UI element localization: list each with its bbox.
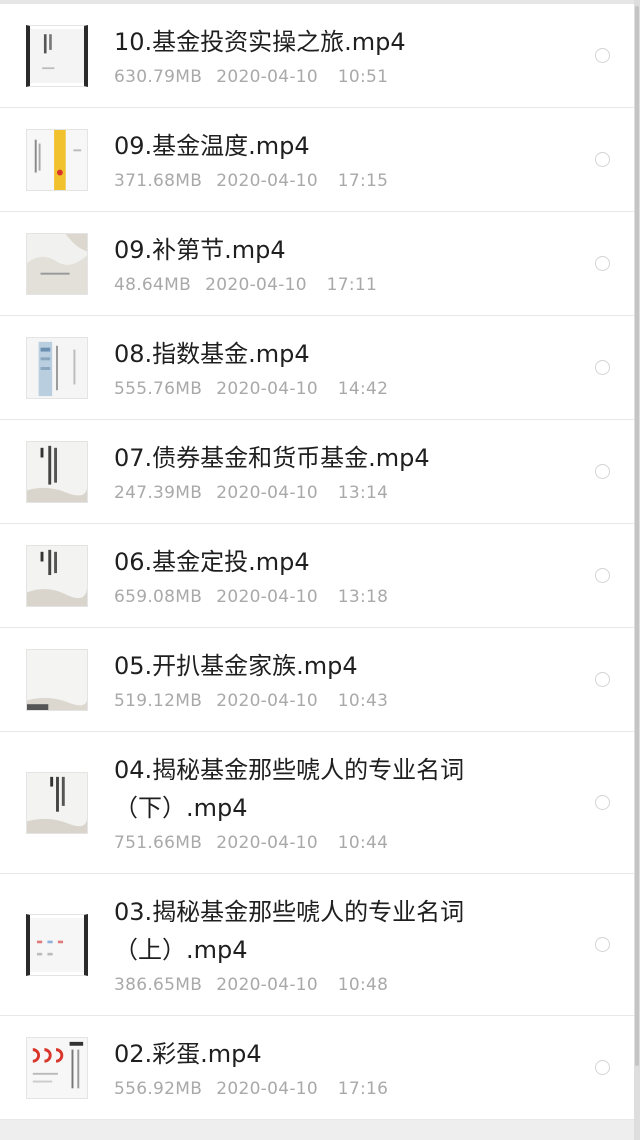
file-time: 10:43 — [337, 690, 389, 711]
video-thumbnail-icon — [26, 1036, 88, 1099]
scrollbar[interactable] — [634, 0, 640, 1140]
file-size: 371.68MB — [114, 170, 203, 191]
file-name: 08.指数基金.mp4 — [114, 339, 310, 368]
file-meta: 386.65MB 2020-04-10 10:48 — [114, 973, 583, 997]
file-date: 2020-04-10 — [216, 832, 319, 853]
file-time: 10:48 — [337, 974, 389, 995]
file-date: 2020-04-10 — [216, 690, 319, 711]
file-name-line2: （上）.mp4 — [114, 935, 248, 964]
video-thumbnail-icon — [26, 128, 88, 191]
file-meta: 247.39MB 2020-04-10 13:14 — [114, 481, 583, 505]
file-size: 519.12MB — [114, 690, 203, 711]
file-meta: 48.64MB 2020-04-10 17:11 — [114, 273, 583, 297]
select-radio[interactable] — [595, 568, 610, 583]
video-thumbnail-icon — [26, 913, 88, 976]
select-radio[interactable] — [595, 795, 610, 810]
file-name-line2: （下）.mp4 — [114, 793, 248, 822]
file-row[interactable]: 07.债券基金和货币基金.mp4 247.39MB 2020-04-10 13:1… — [0, 420, 634, 524]
file-name: 02.彩蛋.mp4 — [114, 1039, 262, 1068]
file-name: 05.开扒基金家族.mp4 — [114, 651, 358, 680]
file-time: 13:18 — [337, 586, 389, 607]
select-radio[interactable] — [595, 152, 610, 167]
file-date: 2020-04-10 — [216, 66, 319, 87]
file-size: 556.92MB — [114, 1078, 203, 1099]
file-name-line1: 03.揭秘基金那些唬人的专业名词 — [114, 897, 465, 926]
file-row[interactable]: 08.指数基金.mp4 555.76MB 2020-04-10 14:42 — [0, 316, 634, 420]
file-name-line1: 04.揭秘基金那些唬人的专业名词 — [114, 755, 465, 784]
file-time: 14:42 — [337, 378, 389, 399]
file-date: 2020-04-10 — [216, 974, 319, 995]
file-time: 10:51 — [337, 66, 389, 87]
file-name: 06.基金定投.mp4 — [114, 547, 310, 576]
file-meta: 371.68MB 2020-04-10 17:15 — [114, 169, 583, 193]
file-row[interactable]: 06.基金定投.mp4 659.08MB 2020-04-10 13:18 — [0, 524, 634, 628]
video-thumbnail-icon — [26, 544, 88, 607]
file-row[interactable]: 03.揭秘基金那些唬人的专业名词 （上）.mp4 386.65MB 2020-04… — [0, 874, 634, 1016]
file-time: 10:44 — [337, 832, 389, 853]
file-meta: 751.66MB 2020-04-10 10:44 — [114, 831, 583, 855]
file-row[interactable]: 09.基金温度.mp4 371.68MB 2020-04-10 17:15 — [0, 108, 634, 212]
video-thumbnail-icon — [26, 440, 88, 503]
file-size: 555.76MB — [114, 378, 203, 399]
file-meta: 630.79MB 2020-04-10 10:51 — [114, 65, 583, 89]
select-radio[interactable] — [595, 256, 610, 271]
select-radio[interactable] — [595, 672, 610, 687]
file-list: 10.基金投资实操之旅.mp4 630.79MB 2020-04-10 10:51… — [0, 4, 634, 1120]
file-date: 2020-04-10 — [216, 482, 319, 503]
file-date: 2020-04-10 — [216, 378, 319, 399]
video-thumbnail-icon — [26, 24, 88, 87]
select-radio[interactable] — [595, 1060, 610, 1075]
file-name: 09.补第节.mp4 — [114, 235, 286, 264]
file-size: 630.79MB — [114, 66, 203, 87]
video-thumbnail-icon — [26, 336, 88, 399]
file-time: 13:14 — [337, 482, 389, 503]
video-thumbnail-icon — [26, 232, 88, 295]
file-meta: 555.76MB 2020-04-10 14:42 — [114, 377, 583, 401]
video-thumbnail-icon — [26, 771, 88, 834]
file-row[interactable]: 02.彩蛋.mp4 556.92MB 2020-04-10 17:16 — [0, 1016, 634, 1120]
select-radio[interactable] — [595, 464, 610, 479]
file-date: 2020-04-10 — [216, 170, 319, 191]
file-date: 2020-04-10 — [216, 586, 319, 607]
file-meta: 519.12MB 2020-04-10 10:43 — [114, 689, 583, 713]
file-time: 17:15 — [337, 170, 389, 191]
file-size: 659.08MB — [114, 586, 203, 607]
file-row[interactable]: 09.补第节.mp4 48.64MB 2020-04-10 17:11 — [0, 212, 634, 316]
file-row[interactable]: 05.开扒基金家族.mp4 519.12MB 2020-04-10 10:43 — [0, 628, 634, 732]
video-thumbnail-icon — [26, 648, 88, 711]
file-time: 17:11 — [326, 274, 378, 295]
file-time: 17:16 — [337, 1078, 389, 1099]
file-date: 2020-04-10 — [216, 1078, 319, 1099]
file-name: 09.基金温度.mp4 — [114, 131, 310, 160]
file-row[interactable]: 10.基金投资实操之旅.mp4 630.79MB 2020-04-10 10:51 — [0, 4, 634, 108]
file-name: 07.债券基金和货币基金.mp4 — [114, 443, 430, 472]
file-size: 386.65MB — [114, 974, 203, 995]
file-row[interactable]: 04.揭秘基金那些唬人的专业名词 （下）.mp4 751.66MB 2020-04… — [0, 732, 634, 874]
select-radio[interactable] — [595, 360, 610, 375]
file-size: 247.39MB — [114, 482, 203, 503]
file-meta: 659.08MB 2020-04-10 13:18 — [114, 585, 583, 609]
select-radio[interactable] — [595, 937, 610, 952]
file-date: 2020-04-10 — [205, 274, 307, 295]
file-name: 10.基金投资实操之旅.mp4 — [114, 27, 406, 56]
file-meta: 556.92MB 2020-04-10 17:16 — [114, 1077, 583, 1101]
select-radio[interactable] — [595, 48, 610, 63]
file-size: 48.64MB — [114, 274, 192, 295]
file-size: 751.66MB — [114, 832, 203, 853]
scrollbar-thumb[interactable] — [635, 6, 639, 1066]
